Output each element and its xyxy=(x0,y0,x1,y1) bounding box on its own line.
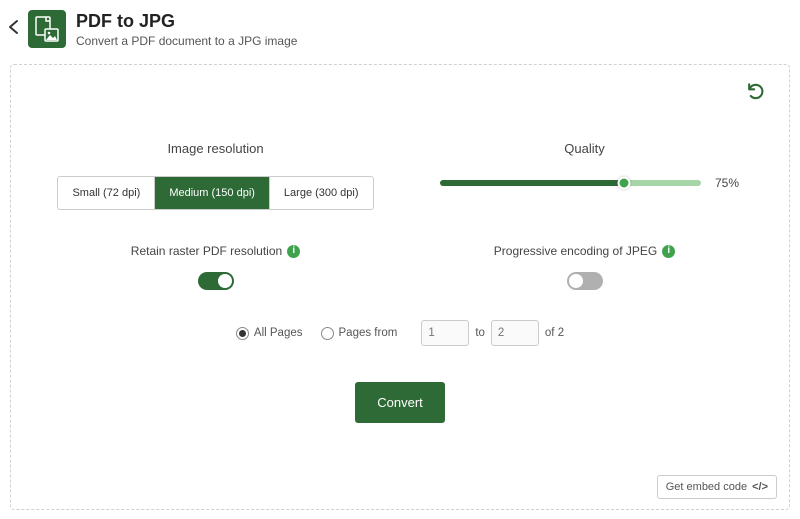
radio-all-pages[interactable] xyxy=(236,327,249,340)
back-arrow-icon[interactable] xyxy=(4,19,24,40)
info-icon[interactable]: i xyxy=(662,245,675,258)
pages-to-label: to xyxy=(475,327,485,339)
undo-icon[interactable] xyxy=(745,81,765,107)
all-pages-label: All Pages xyxy=(254,327,303,339)
progressive-encoding-label: Progressive encoding of JPEG xyxy=(494,244,657,258)
resolution-option-small[interactable]: Small (72 dpi) xyxy=(58,177,155,209)
info-icon[interactable]: i xyxy=(287,245,300,258)
get-embed-code-button[interactable]: Get embed code </> xyxy=(657,475,777,499)
page-from-input[interactable] xyxy=(421,320,469,346)
retain-resolution-label: Retain raster PDF resolution xyxy=(131,244,282,258)
pages-total-label: of 2 xyxy=(545,327,564,339)
quality-title: Quality xyxy=(564,141,604,156)
retain-resolution-toggle[interactable] xyxy=(198,272,234,290)
quality-value: 75% xyxy=(715,176,739,190)
page-to-input[interactable] xyxy=(491,320,539,346)
pages-from-label: Pages from xyxy=(339,327,398,339)
resolution-title: Image resolution xyxy=(167,141,263,156)
all-pages-option[interactable]: All Pages xyxy=(236,327,303,340)
resolution-segmented: Small (72 dpi) Medium (150 dpi) Large (3… xyxy=(57,176,373,210)
pages-range-option[interactable]: Pages from xyxy=(321,327,398,340)
page-title: PDF to JPG xyxy=(76,11,297,32)
embed-label: Get embed code xyxy=(666,481,747,493)
app-icon-pdf-to-jpg xyxy=(28,10,66,48)
radio-pages-range[interactable] xyxy=(321,327,334,340)
quality-slider[interactable] xyxy=(440,180,701,186)
quality-slider-thumb[interactable] xyxy=(617,177,630,190)
pages-selector: All Pages Pages from to of 2 xyxy=(31,320,769,346)
progressive-encoding-toggle[interactable] xyxy=(567,272,603,290)
resolution-option-large[interactable]: Large (300 dpi) xyxy=(270,177,373,209)
convert-button[interactable]: Convert xyxy=(355,382,445,423)
resolution-option-medium[interactable]: Medium (150 dpi) xyxy=(155,177,270,209)
main-panel: Image resolution Small (72 dpi) Medium (… xyxy=(10,64,790,510)
page-subtitle: Convert a PDF document to a JPG image xyxy=(76,34,297,48)
code-icon: </> xyxy=(752,481,768,493)
